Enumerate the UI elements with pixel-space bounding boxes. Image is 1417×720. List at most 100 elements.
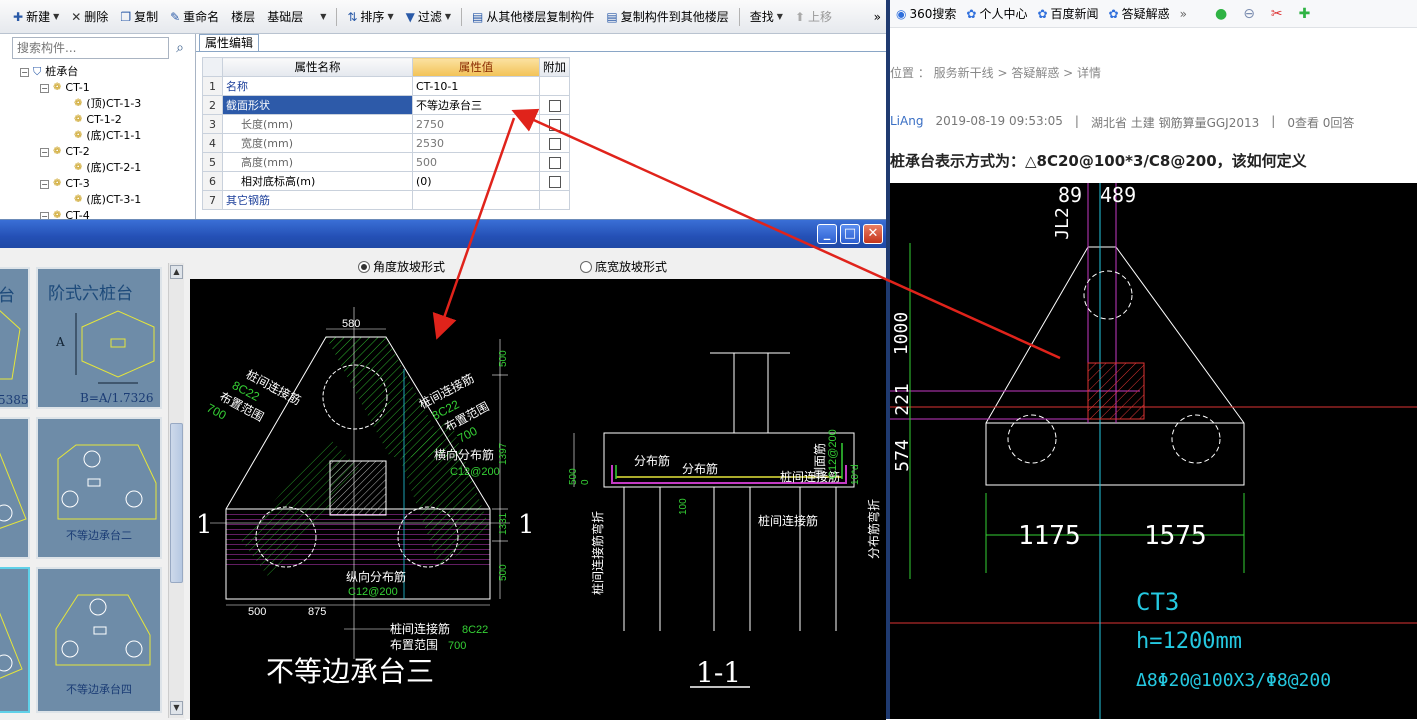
filter-button[interactable]: ▼ 过滤 ▼ [401,5,456,29]
row-index: 2 [202,95,223,115]
rename-button[interactable]: ✎ 重命名 [165,5,224,29]
scroll-up-icon[interactable]: ▲ [170,265,183,279]
table-row[interactable]: 7 其它钢筋 [202,190,570,210]
paw-icon: ✿ [966,6,977,21]
dim-1331: 1331 [498,512,509,535]
tree-node[interactable]: ❁ (底)CT-1-1 [74,128,141,144]
close-button[interactable]: ✕ [863,224,883,244]
tree-node[interactable]: − ❁ CT-3 [40,176,141,192]
toolbar-more-button[interactable]: » [869,5,886,29]
dropdown-arrow-icon: ▼ [387,12,394,21]
extra-checkbox[interactable] [548,175,561,188]
gear-icon: ❁ [74,114,83,125]
add-icon[interactable]: ✚ [1299,6,1311,22]
extra-checkbox[interactable] [548,99,561,112]
property-value[interactable]: 2750 [412,114,540,134]
post-author[interactable]: LiAng [890,114,923,131]
shape-thumb-partial[interactable]: 台 5385 [0,267,30,409]
extra-cell[interactable] [539,171,570,191]
table-row[interactable]: 4 宽度(mm) 2530 [202,133,570,153]
collapse-icon[interactable]: − [20,67,29,77]
header-value: 属性值 [412,57,540,77]
tree-node-root[interactable]: − ⛉ 桩承台 [20,64,141,80]
chat-icon[interactable]: ● [1215,6,1227,22]
minimize-button[interactable]: _ [817,224,837,244]
new-button[interactable]: ✚ 新建 ▼ [8,5,64,29]
radio-angle-slope[interactable]: 角度放坡形式 [358,258,445,275]
radio-off-icon[interactable] [580,260,592,273]
shape-thumb-partial-selected[interactable] [0,567,30,713]
bookmark-360-search[interactable]: ◉ 360搜索 [896,5,956,22]
extra-checkbox[interactable] [548,156,561,169]
move-up-button[interactable]: ⬆ 上移 [790,5,837,29]
delete-icon: ✕ [71,9,82,24]
extra-cell[interactable] [539,95,570,115]
collapse-icon[interactable]: − [40,179,49,189]
meta-divider: | [1074,114,1079,128]
copy-button[interactable]: ❐ 复制 [115,5,163,29]
extra-checkbox[interactable] [548,137,561,150]
shape-thumb-unequal-4[interactable]: 不等边承台四 [36,567,162,713]
thumbnail-scrollbar[interactable]: ▲ ▼ [168,263,184,718]
search-input[interactable] [12,37,169,59]
shape-thumb-stepped-six-pile[interactable]: 阶式六桩台 A B=A/1.7326 [36,267,162,409]
property-value[interactable]: 500 [412,152,540,172]
sort-button[interactable]: ⇅ 排序 ▼ [342,5,398,29]
scroll-thumb[interactable] [170,423,183,583]
property-value[interactable] [412,190,540,210]
maximize-button[interactable]: □ [840,224,860,244]
tree-node[interactable]: ❁ CT-1-2 [74,112,141,128]
scroll-down-icon[interactable]: ▼ [170,701,183,715]
breadcrumb: 位置 ： 服务新干线 > 答疑解惑 > 详情 [890,66,1101,80]
extra-checkbox[interactable] [548,118,561,131]
bookmark-more-button[interactable]: » [1180,7,1187,21]
close-icon: ✕ [867,226,879,241]
table-row[interactable]: 5 高度(mm) 500 [202,152,570,172]
tree-node[interactable]: ❁ (底)CT-2-1 [74,160,141,176]
tree-node[interactable]: − ❁ CT-1 [40,80,141,96]
delete-button[interactable]: ✕ 删除 [66,5,113,29]
tree-node[interactable]: ❁ (底)CT-3-1 [74,192,141,208]
tree-node[interactable]: − ❁ CT-2 [40,144,141,160]
bookmark-baidu-news[interactable]: ✿ 百度新闻 [1037,5,1098,22]
property-value[interactable]: 2530 [412,133,540,153]
shape-thumb-unequal-2[interactable]: 不等边承台二 [36,417,162,559]
radio-bottom-width-slope[interactable]: 底宽放坡形式 [580,258,667,275]
search-icon[interactable]: ⌕ [170,38,190,58]
extra-cell[interactable] [539,114,570,134]
bookmark-label: 百度新闻 [1050,7,1099,21]
bookmark-personal-center[interactable]: ✿ 个人中心 [966,5,1027,22]
filter-icon: ▼ [405,9,415,24]
tab-property-edit[interactable]: 属性编辑 [199,34,260,52]
table-row[interactable]: 1 名称 CT-10-1 [202,76,570,96]
collapse-icon[interactable]: − [40,147,49,157]
table-row[interactable]: 3 长度(mm) 2750 [202,114,570,134]
property-value[interactable]: CT-10-1 [412,76,540,96]
property-value[interactable]: (0) [412,171,540,191]
row-index: 7 [202,190,223,210]
rebar-label: 桩间连接筋弯折 [590,511,605,595]
rename-icon: ✎ [170,9,181,24]
minus-circle-icon[interactable]: ⊖ [1243,6,1255,22]
sort-label: 排序 [360,10,385,24]
shape-thumb-partial[interactable] [0,417,30,559]
property-name: 高度(mm) [222,152,413,172]
radio-on-icon[interactable] [358,260,370,273]
thumb-formula: B=A/1.7326 [80,391,154,405]
extra-cell[interactable] [539,152,570,172]
tree-node[interactable]: ❁ (顶)CT-1-3 [74,96,141,112]
scissors-icon[interactable]: ✂ [1271,6,1283,22]
copy-to-floor-button[interactable]: ▤ 复制构件到其他楼层 [601,5,733,29]
copy-from-floor-button[interactable]: ▤ 从其他楼层复制构件 [467,5,599,29]
post-meta: LiAng 2019-08-19 09:53:05 | 湖北省 土建 钢筋算量G… [890,114,1354,131]
property-table: 属性名称 属性值 附加 1 名称 CT-10-1 2 截面形状 不等边承台三 3… [202,57,570,210]
extra-cell[interactable] [539,133,570,153]
collapse-icon[interactable]: − [40,83,49,93]
bookmark-qa[interactable]: ✿ 答疑解惑 [1109,5,1170,22]
find-button[interactable]: 查找 ▼ [745,5,788,29]
table-row[interactable]: 6 相对底标高(m) (0) [202,171,570,191]
property-value[interactable]: 不等边承台三 [412,95,540,115]
floor-select[interactable]: 基础层 ▼ [262,5,331,29]
tab-divider [196,51,886,52]
table-row[interactable]: 2 截面形状 不等边承台三 [202,95,570,115]
